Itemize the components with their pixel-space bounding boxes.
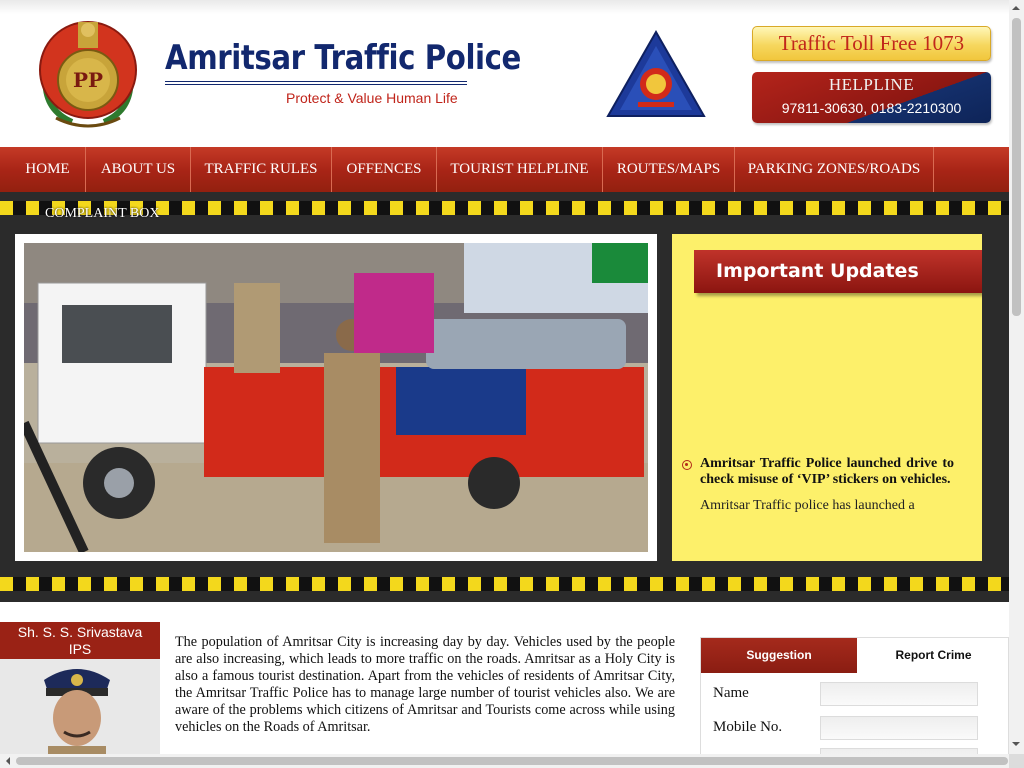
site-header: PP Amritsar Traffic Police Protect & Val… <box>0 0 1009 147</box>
scroll-up-icon[interactable] <box>1012 2 1020 10</box>
vertical-scroll-thumb[interactable] <box>1012 18 1021 316</box>
officer-name: Sh. S. S. Srivastava <box>17 624 143 640</box>
scroll-left-icon[interactable] <box>2 757 10 765</box>
tab-suggestion[interactable]: Suggestion <box>701 638 857 673</box>
film-stripe-bottom <box>0 577 1009 591</box>
svg-text:PP: PP <box>73 68 103 92</box>
title-underline <box>165 81 467 85</box>
bullet-icon <box>682 460 692 470</box>
police-emblem-logo[interactable]: PP <box>32 14 144 132</box>
tab-report-crime[interactable]: Report Crime <box>857 638 1008 673</box>
toll-free-badge[interactable]: Traffic Toll Free 1073 <box>752 26 991 61</box>
intro-paragraph: The population of Amritsar City is incre… <box>175 634 675 735</box>
mobile-field[interactable] <box>820 716 978 740</box>
nav-tourist-helpline[interactable]: TOURIST HELPLINE <box>437 147 603 192</box>
name-label: Name <box>713 685 749 701</box>
scrollbar-corner <box>1009 754 1024 768</box>
update-item[interactable]: Amritsar Traffic Police launched drive t… <box>682 456 954 514</box>
feedback-form: Suggestion Report Crime Name Mobile No. <box>700 637 1009 756</box>
update-title[interactable]: Amritsar Traffic Police launched drive t… <box>700 456 954 488</box>
banner-photo <box>24 243 648 552</box>
nav-about-us[interactable]: ABOUT US <box>86 147 191 192</box>
officer-rank: IPS <box>68 641 92 657</box>
horizontal-scrollbar[interactable] <box>0 754 1009 768</box>
nav-routes-maps[interactable]: ROUTES/MAPS <box>603 147 735 192</box>
scroll-down-icon[interactable] <box>1012 742 1020 750</box>
helpline-numbers: 97811-30630, 0183-2210300 <box>781 100 962 116</box>
site-tagline: Protect & Value Human Life <box>286 90 458 106</box>
helpline-title: HELPLINE <box>828 75 915 94</box>
banner-section: Important Updates Amritsar Traffic Polic… <box>0 192 1009 602</box>
horizontal-scroll-thumb[interactable] <box>16 757 1008 765</box>
nav-home[interactable]: HOME <box>10 147 86 192</box>
officer-name-banner: Sh. S. S. Srivastava IPS <box>0 622 160 659</box>
officer-photo <box>44 669 110 756</box>
mobile-label: Mobile No. <box>713 719 783 735</box>
helpline-box[interactable]: HELPLINE 97811-30630, 0183-2210300 <box>752 72 991 123</box>
important-updates-panel: Important Updates Amritsar Traffic Polic… <box>672 234 982 561</box>
vertical-scrollbar[interactable] <box>1009 0 1024 754</box>
traffic-wing-emblem <box>606 30 706 117</box>
banner-photo-frame <box>15 234 657 561</box>
officer-card: Sh. S. S. Srivastava IPS <box>0 622 160 756</box>
site-title[interactable]: Amritsar Traffic Police <box>165 38 521 78</box>
nav-offences[interactable]: OFFENCES <box>332 147 437 192</box>
main-nav: HOME ABOUT US TRAFFIC RULES OFFENCES TOU… <box>0 147 1009 192</box>
nav-complaint-box[interactable]: COMPLAINT BOX <box>45 206 159 222</box>
nav-traffic-rules[interactable]: TRAFFIC RULES <box>191 147 332 192</box>
name-field[interactable] <box>820 682 978 706</box>
update-text: Amritsar Traffic police has launched a <box>700 498 915 513</box>
updates-heading: Important Updates <box>694 250 982 293</box>
nav-parking-zones[interactable]: PARKING ZONES/ROADS <box>735 147 934 192</box>
